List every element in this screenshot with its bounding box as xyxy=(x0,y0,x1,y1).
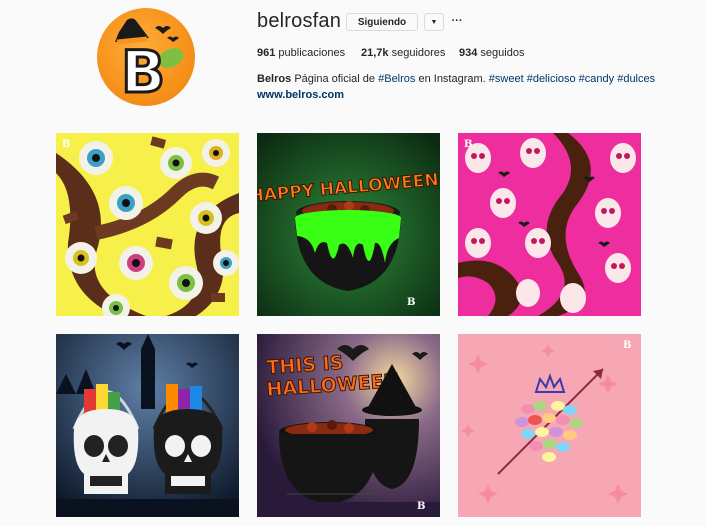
this-is-halloween-image: THIS IS HALLOWEEN B xyxy=(257,334,440,517)
post-watermark: B xyxy=(623,340,631,351)
profile-username: belrosfan xyxy=(257,10,342,32)
bio-hashtags[interactable]: #sweet #delicioso #candy #dulces xyxy=(489,73,655,85)
post-watermark: B xyxy=(407,297,415,308)
followers-label: seguidores xyxy=(391,47,446,59)
post-tile-skull-buckets[interactable] xyxy=(56,334,239,517)
posts-label: publicaciones xyxy=(278,47,346,59)
profile-full-name: Belros xyxy=(257,73,292,85)
profile-bio: Belros Página oficial de #Belros en Inst… xyxy=(257,73,655,85)
posts-stat: 961 publicaciones xyxy=(257,47,345,59)
chevron-down-icon: ▼ xyxy=(430,18,438,26)
followers-count: 21,7k xyxy=(361,47,389,59)
post-tile-jelly-bean-heart[interactable]: B xyxy=(458,334,641,517)
website-link[interactable]: www.belros.com xyxy=(257,89,344,101)
bio-mention-link[interactable]: #Belros xyxy=(378,73,415,85)
suggestions-dropdown-button[interactable]: ▼ xyxy=(424,13,444,31)
bio-text-after: en Instagram. xyxy=(418,73,486,85)
post-tile-skull-candy[interactable]: B xyxy=(458,133,641,316)
post-watermark: B xyxy=(62,139,70,150)
post-tile-this-is-halloween[interactable]: THIS IS HALLOWEEN B xyxy=(257,334,440,517)
more-options-button[interactable]: ··· xyxy=(450,12,464,30)
skull-candy-image: B xyxy=(458,133,641,316)
following-count: 934 xyxy=(459,47,478,59)
following-stat[interactable]: 934 seguidos xyxy=(459,47,524,59)
posts-count: 961 xyxy=(257,47,276,59)
post-tile-happy-halloween[interactable]: HAPPY HALLOWEEN! B xyxy=(257,133,440,316)
post-watermark: B xyxy=(464,139,472,150)
skull-buckets-image xyxy=(56,334,239,517)
post-tile-eyeball-candy[interactable]: B xyxy=(56,133,239,316)
eyeball-candy-image: B xyxy=(56,133,239,316)
bio-text-before: Página oficial de xyxy=(294,73,376,85)
following-label: seguidos xyxy=(480,47,525,59)
more-options-icon: ··· xyxy=(451,15,463,27)
belros-logo-icon: B xyxy=(115,18,184,106)
followers-stat[interactable]: 21,7k seguidores xyxy=(361,47,445,59)
jelly-bean-heart-image: B xyxy=(458,334,641,517)
happy-halloween-image: HAPPY HALLOWEEN! B xyxy=(257,133,440,316)
logo-letter: B xyxy=(121,38,165,106)
profile-avatar[interactable]: B xyxy=(97,8,195,106)
following-button[interactable]: Siguiendo xyxy=(346,13,418,31)
post-watermark: B xyxy=(417,501,425,512)
profile-page: B belrosfan Siguiendo ▼ ··· 961 publicac… xyxy=(0,0,706,526)
